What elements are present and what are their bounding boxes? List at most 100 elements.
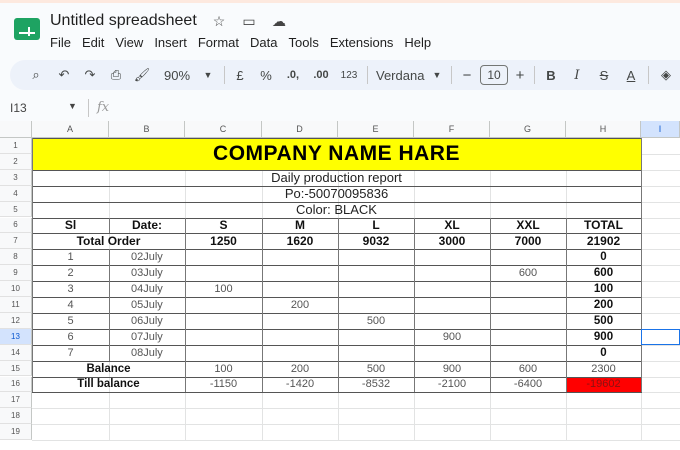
column-header-e[interactable]: E <box>338 121 414 138</box>
header-cell-xl[interactable]: XL <box>414 218 490 234</box>
row-header-2[interactable]: 2 <box>0 153 32 170</box>
total-order-value[interactable]: 21902 <box>566 233 641 249</box>
till-balance-value[interactable]: -1150 <box>185 377 262 393</box>
row-header-10[interactable]: 10 <box>0 281 32 297</box>
sl-cell[interactable]: 6 <box>32 329 109 345</box>
balance-value[interactable]: 2300 <box>566 361 641 377</box>
balance-value[interactable]: 500 <box>338 361 414 377</box>
more-formats-button[interactable]: 123 <box>338 66 360 84</box>
row-header-1[interactable]: 1 <box>0 138 32 154</box>
total-order-value[interactable]: 1620 <box>262 233 338 249</box>
qty-cell-l[interactable]: 500 <box>338 313 414 329</box>
menu-item-extensions[interactable]: Extensions <box>330 35 394 50</box>
date-cell[interactable]: 02July <box>109 249 185 265</box>
day-total-cell[interactable]: 0 <box>566 249 641 265</box>
sl-cell[interactable]: 2 <box>32 265 109 281</box>
row-header-17[interactable]: 17 <box>0 392 32 409</box>
column-header-i[interactable]: I <box>641 121 680 138</box>
name-box[interactable]: I13 <box>10 101 27 115</box>
qty-cell-xl[interactable] <box>414 297 490 313</box>
total-order-label[interactable]: Total Order <box>32 233 185 249</box>
column-header-g[interactable]: G <box>490 121 566 138</box>
qty-cell-xxl[interactable] <box>490 249 566 265</box>
decrease-font-size-button[interactable]: − <box>460 66 474 84</box>
qty-cell-s[interactable] <box>185 297 262 313</box>
row-header-8[interactable]: 8 <box>0 249 32 266</box>
row-header-15[interactable]: 15 <box>0 360 32 377</box>
italic-button[interactable]: I <box>569 66 585 84</box>
qty-cell-m[interactable]: 200 <box>262 297 338 313</box>
day-total-cell[interactable]: 200 <box>566 297 641 313</box>
increase-font-size-button[interactable]: + <box>513 66 527 84</box>
decrease-decimal-button[interactable]: .0, <box>282 66 304 84</box>
qty-cell-l[interactable] <box>338 345 414 361</box>
select-all-corner[interactable] <box>0 121 32 138</box>
total-order-value[interactable]: 3000 <box>414 233 490 249</box>
menu-item-view[interactable]: View <box>115 35 143 50</box>
currency-format-button[interactable]: £ <box>233 66 247 84</box>
report-title-cell[interactable]: Daily production report <box>32 170 641 186</box>
sheets-logo-icon[interactable] <box>14 18 40 40</box>
menu-item-data[interactable]: Data <box>250 35 277 50</box>
qty-cell-s[interactable] <box>185 249 262 265</box>
date-cell[interactable]: 07July <box>109 329 185 345</box>
day-total-cell[interactable]: 900 <box>566 329 641 345</box>
sl-cell[interactable]: 5 <box>32 313 109 329</box>
column-header-a[interactable]: A <box>32 121 109 138</box>
undo-icon[interactable]: ↶ <box>55 66 73 84</box>
date-cell[interactable]: 03July <box>109 265 185 281</box>
sl-cell[interactable]: 1 <box>32 249 109 265</box>
qty-cell-m[interactable] <box>262 265 338 281</box>
total-order-value[interactable]: 7000 <box>490 233 566 249</box>
fill-color-icon[interactable]: ◈ <box>657 66 675 84</box>
qty-cell-l[interactable] <box>338 249 414 265</box>
qty-cell-m[interactable] <box>262 281 338 297</box>
menu-item-tools[interactable]: Tools <box>288 35 318 50</box>
document-title[interactable]: Untitled spreadsheet <box>50 12 197 30</box>
star-icon[interactable]: ☆ <box>208 13 230 30</box>
qty-cell-xl[interactable] <box>414 281 490 297</box>
cloud-status-icon[interactable]: ☁ <box>268 13 290 30</box>
balance-value[interactable]: 100 <box>185 361 262 377</box>
total-order-value[interactable]: 9032 <box>338 233 414 249</box>
qty-cell-xxl[interactable] <box>490 345 566 361</box>
menu-item-help[interactable]: Help <box>404 35 431 50</box>
balance-value[interactable]: 200 <box>262 361 338 377</box>
name-box-chevron-down-icon[interactable]: ▼ <box>68 101 77 111</box>
row-header-18[interactable]: 18 <box>0 408 32 425</box>
qty-cell-m[interactable] <box>262 249 338 265</box>
row-header-6[interactable]: 6 <box>0 217 32 234</box>
company-name-cell[interactable]: COMPANY NAME HARE <box>32 138 641 170</box>
qty-cell-xl[interactable]: 900 <box>414 329 490 345</box>
row-header-3[interactable]: 3 <box>0 169 32 186</box>
header-cell-date[interactable]: Date: <box>109 218 185 234</box>
total-order-value[interactable]: 1250 <box>185 233 262 249</box>
balance-value[interactable]: 600 <box>490 361 566 377</box>
qty-cell-l[interactable] <box>338 329 414 345</box>
qty-cell-m[interactable] <box>262 329 338 345</box>
qty-cell-s[interactable] <box>185 265 262 281</box>
percent-format-button[interactable]: % <box>259 66 273 84</box>
header-cell-m[interactable]: M <box>262 218 338 234</box>
qty-cell-s[interactable]: 100 <box>185 281 262 297</box>
qty-cell-s[interactable] <box>185 313 262 329</box>
row-header-9[interactable]: 9 <box>0 265 32 282</box>
header-cell-sl[interactable]: Sl <box>32 218 109 234</box>
po-cell[interactable]: Po:-50070095836 <box>32 186 641 202</box>
header-cell-l[interactable]: L <box>338 218 414 234</box>
day-total-cell[interactable]: 500 <box>566 313 641 329</box>
search-menus-icon[interactable]: ⌕ <box>27 66 45 84</box>
row-header-4[interactable]: 4 <box>0 185 32 202</box>
till-balance-value[interactable]: -6400 <box>490 377 566 393</box>
till-balance-total-cell[interactable]: -19602 <box>566 376 641 393</box>
qty-cell-xl[interactable] <box>414 265 490 281</box>
qty-cell-l[interactable] <box>338 265 414 281</box>
qty-cell-m[interactable] <box>262 313 338 329</box>
date-cell[interactable]: 08July <box>109 345 185 361</box>
bold-button[interactable]: B <box>543 66 559 84</box>
qty-cell-s[interactable] <box>185 329 262 345</box>
font-select[interactable]: Verdana <box>376 66 426 84</box>
qty-cell-s[interactable] <box>185 345 262 361</box>
increase-decimal-button[interactable]: .00 <box>309 66 333 84</box>
strikethrough-button[interactable]: S <box>596 66 612 84</box>
